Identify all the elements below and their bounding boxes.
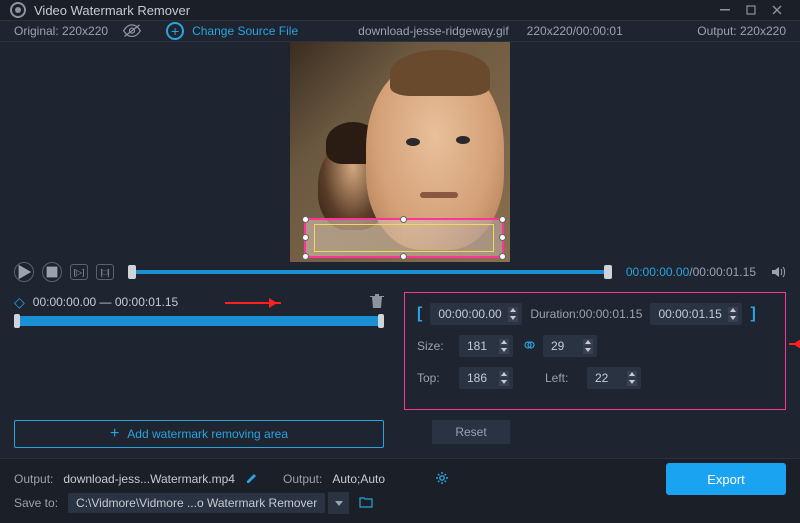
resize-handle[interactable] (499, 253, 506, 260)
spin-down[interactable] (508, 315, 518, 322)
video-frame[interactable] (290, 42, 510, 262)
maximize-button[interactable] (738, 0, 764, 20)
left-label: Left: (545, 371, 579, 385)
output-format-label: Output: (283, 472, 322, 486)
spin-up[interactable] (499, 371, 509, 378)
add-area-label: Add watermark removing area (127, 427, 288, 441)
plus-circle-icon: + (166, 22, 184, 40)
spin-down[interactable] (499, 379, 509, 386)
left-input[interactable]: 22 (587, 367, 641, 389)
volume-icon[interactable] (770, 264, 786, 280)
save-path-input[interactable]: C:\Vidmore\Vidmore ...o Watermark Remove… (68, 493, 325, 513)
save-to-label: Save to: (14, 496, 58, 510)
save-path-dropdown[interactable] (327, 492, 349, 514)
minimize-button[interactable] (712, 0, 738, 20)
preview-toggle-icon[interactable] (122, 24, 142, 38)
end-time-input[interactable]: 00:00:01.15 (650, 303, 742, 325)
watermark-selection-box[interactable] (304, 218, 504, 258)
close-button[interactable] (764, 0, 790, 20)
spin-down[interactable] (627, 379, 637, 386)
clip-range: 00:00:00.00 — 00:00:01.15 (33, 295, 370, 309)
resize-handle[interactable] (400, 216, 407, 223)
height-input[interactable]: 29 (543, 335, 597, 357)
output-file-value: download-jess...Watermark.mp4 (63, 472, 235, 486)
spin-up[interactable] (583, 339, 593, 346)
clip-marker-icon: ◇ (14, 294, 25, 311)
info-bar: Original: 220x220 + Change Source File d… (0, 21, 800, 42)
start-time-input[interactable]: 00:00:00.00 (430, 303, 522, 325)
original-label: Original: 220x220 (14, 24, 108, 38)
spin-up[interactable] (627, 371, 637, 378)
annotation-arrow-icon (225, 302, 281, 304)
parameters-panel: [ 00:00:00.00 Duration:00:00:01.15 00:00… (404, 292, 786, 410)
app-logo-icon (10, 2, 26, 18)
add-watermark-area-button[interactable]: + Add watermark removing area (14, 420, 384, 448)
play-button[interactable] (14, 262, 34, 282)
output-dims: Output: 220x220 (697, 24, 786, 38)
output-file-label: Output: (14, 472, 53, 486)
spin-up[interactable] (499, 339, 509, 346)
change-source-label: Change Source File (192, 24, 298, 38)
plus-icon: + (110, 426, 119, 442)
preview-area (0, 42, 800, 262)
spin-down[interactable] (499, 347, 509, 354)
spin-down[interactable] (728, 315, 738, 322)
footer: Output: download-jess...Watermark.mp4 Ou… (0, 458, 800, 523)
top-label: Top: (417, 371, 451, 385)
snapshot-button[interactable]: [□] (96, 264, 114, 280)
width-input[interactable]: 181 (459, 335, 513, 357)
bracket-right-icon[interactable]: ] (750, 305, 755, 323)
resize-handle[interactable] (302, 253, 309, 260)
resize-handle[interactable] (400, 253, 407, 260)
resize-handle[interactable] (499, 216, 506, 223)
change-source-button[interactable]: + Change Source File (166, 22, 298, 40)
spin-up[interactable] (728, 307, 738, 314)
open-folder-icon[interactable] (359, 496, 373, 511)
stop-button[interactable] (42, 262, 62, 282)
resize-handle[interactable] (302, 216, 309, 223)
bracket-left-icon[interactable]: [ (417, 305, 422, 323)
annotation-arrow-icon (789, 343, 800, 345)
export-button[interactable]: Export (666, 463, 786, 495)
clip-range-slider[interactable] (14, 316, 384, 326)
link-aspect-icon[interactable] (521, 338, 535, 355)
top-input[interactable]: 186 (459, 367, 513, 389)
spin-down[interactable] (583, 347, 593, 354)
app-title: Video Watermark Remover (34, 3, 712, 18)
titlebar: Video Watermark Remover (0, 0, 800, 21)
delete-clip-button[interactable] (370, 293, 384, 312)
clip-list: ◇ 00:00:00.00 — 00:00:01.15 (14, 292, 384, 410)
time-display: 00:00:00.00/00:00:01.15 (626, 265, 756, 279)
edit-output-icon[interactable] (245, 471, 259, 488)
size-label: Size: (417, 339, 451, 353)
transport-bar: [▷] [□] 00:00:00.00/00:00:01.15 (0, 262, 800, 282)
source-filename: download-jesse-ridgeway.gif (358, 24, 509, 38)
seek-slider[interactable] (128, 267, 612, 277)
settings-icon[interactable] (435, 471, 449, 488)
spin-up[interactable] (508, 307, 518, 314)
resize-handle[interactable] (302, 234, 309, 241)
step-frame-button[interactable]: [▷] (70, 264, 88, 280)
output-format-value: Auto;Auto (332, 472, 385, 486)
duration-label: Duration:00:00:01.15 (530, 307, 642, 321)
reset-button[interactable]: Reset (432, 420, 510, 444)
source-dims-time: 220x220/00:00:01 (527, 24, 623, 38)
resize-handle[interactable] (499, 234, 506, 241)
